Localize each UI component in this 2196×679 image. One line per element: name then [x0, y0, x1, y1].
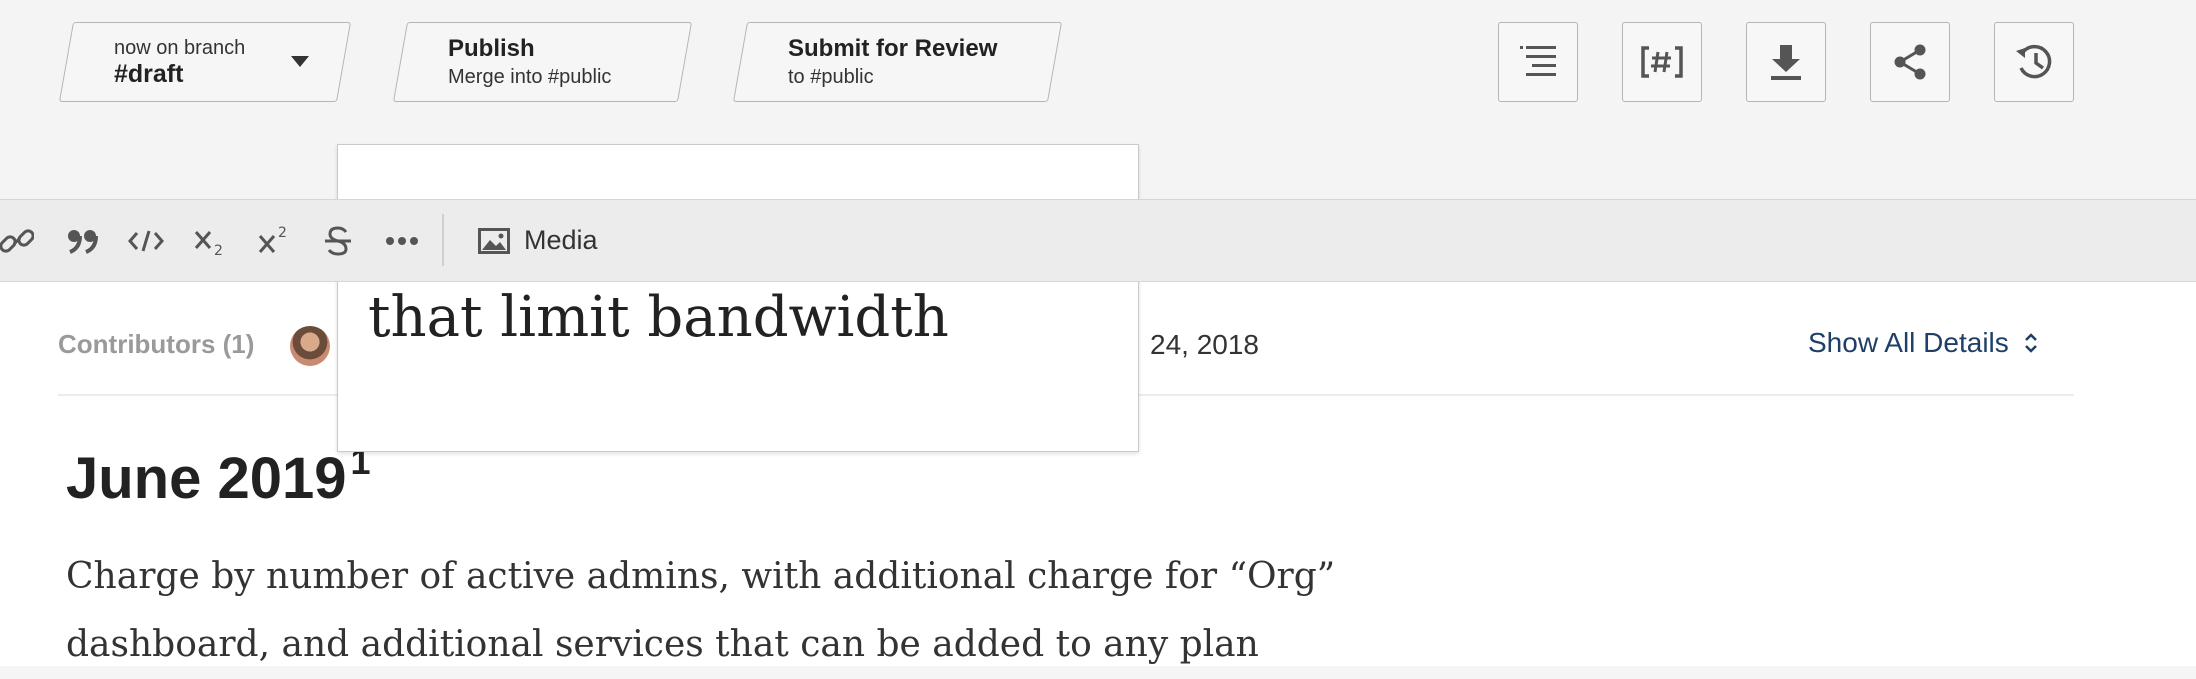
- superscript-icon: 2: [258, 225, 287, 253]
- more-options-button[interactable]: [378, 200, 426, 281]
- media-button[interactable]: Media: [478, 200, 610, 281]
- image-icon: [478, 227, 510, 254]
- page-title: June 2019 1: [66, 441, 371, 512]
- subscript-button[interactable]: 2: [186, 200, 234, 281]
- share-button[interactable]: [1870, 22, 1950, 102]
- page-title-text: June 2019: [66, 446, 347, 511]
- branch-selector[interactable]: now on branch #draft: [58, 22, 352, 102]
- body-line: Charge by number of active admins, with …: [66, 556, 1336, 597]
- formatting-toolbar: 2 2 Media: [0, 199, 2196, 282]
- show-all-details-button[interactable]: Show All Details: [1808, 327, 2039, 359]
- history-icon: [2016, 44, 2052, 79]
- media-label: Media: [524, 225, 598, 255]
- link-button[interactable]: [0, 200, 34, 281]
- citations-button[interactable]: [1622, 22, 1702, 102]
- publish-button[interactable]: Publish Merge into #public: [392, 22, 693, 102]
- history-button[interactable]: [1994, 22, 2074, 102]
- citation-bracket-hash-icon: [1641, 46, 1683, 78]
- strikethrough-icon: [325, 225, 351, 256]
- download-icon: [1771, 45, 1801, 80]
- text-preview-popup: that limit bandwidth: [337, 144, 1139, 452]
- branch-prefix: now on branch: [114, 37, 246, 59]
- link-icon: [0, 228, 34, 253]
- popup-text: that limit bandwidth: [368, 285, 949, 350]
- date-label: 24, 2018: [1150, 329, 1259, 360]
- publish-title: Publish: [448, 35, 535, 62]
- branch-name: #draft: [114, 60, 184, 88]
- superscript-button[interactable]: 2: [250, 200, 298, 281]
- code-icon: [128, 230, 164, 251]
- toolbar-divider: [442, 214, 444, 266]
- chevron-up-down-icon: [2024, 333, 2037, 353]
- publish-subtitle: Merge into #public: [448, 66, 612, 88]
- more-horizontal-icon: [386, 236, 418, 245]
- outline-button[interactable]: [1498, 22, 1578, 102]
- submit-review-button[interactable]: Submit for Review to #public: [732, 22, 1063, 102]
- download-button[interactable]: [1746, 22, 1826, 102]
- contributors-label[interactable]: Contributors (1): [58, 329, 254, 360]
- strikethrough-button[interactable]: [314, 200, 362, 281]
- share-icon: [1894, 44, 1926, 80]
- caret-down-icon: [291, 56, 309, 67]
- blockquote-button[interactable]: [58, 200, 106, 281]
- body-paragraph[interactable]: Charge by number of active admins, with …: [66, 543, 1366, 679]
- quote-icon: [68, 229, 98, 254]
- review-title: Submit for Review: [788, 35, 998, 62]
- avatar[interactable]: [290, 326, 330, 366]
- subscript-icon: 2: [194, 230, 223, 258]
- outline-list-icon: [1520, 46, 1556, 76]
- show-all-details-label: Show All Details: [1808, 327, 2009, 358]
- code-button[interactable]: [122, 200, 170, 281]
- review-subtitle: to #public: [788, 66, 874, 88]
- svg-text:2: 2: [214, 243, 223, 258]
- svg-text:2: 2: [278, 225, 287, 241]
- body-line: dashboard, and additional services that …: [66, 624, 1259, 665]
